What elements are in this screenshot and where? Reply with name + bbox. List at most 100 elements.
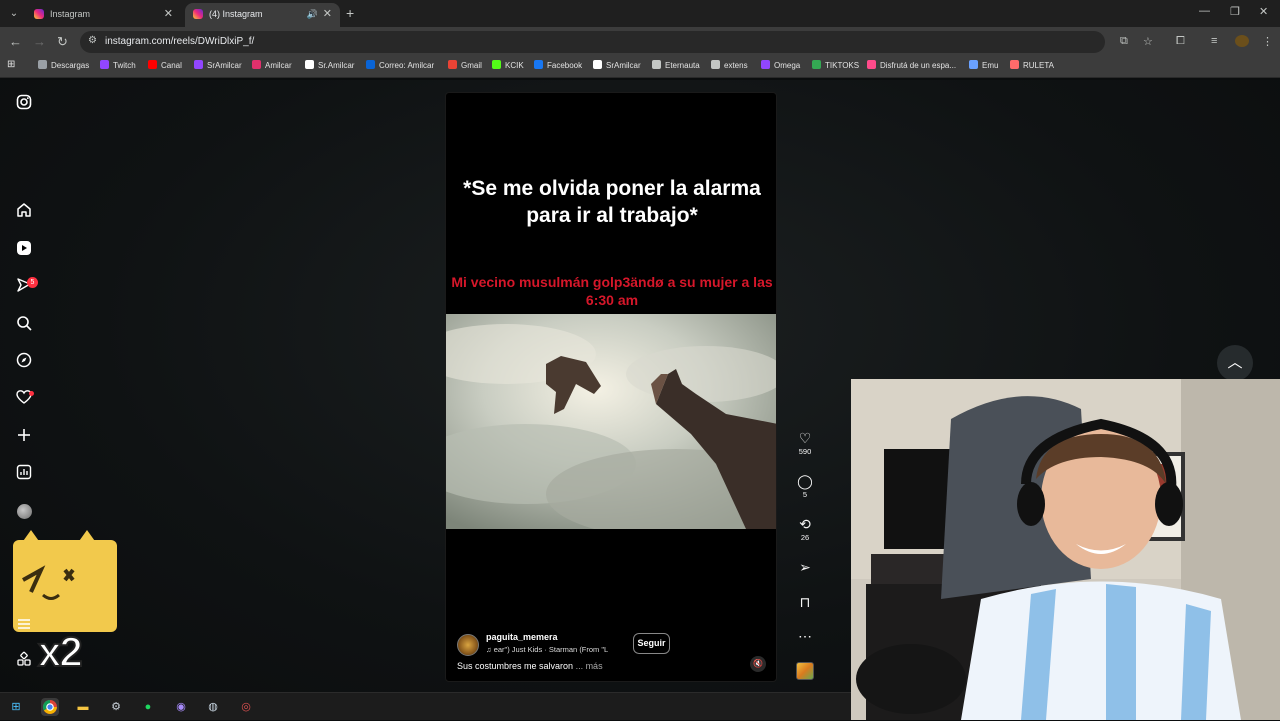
- mute-button[interactable]: 🔇: [750, 656, 766, 672]
- bookmark-label: SrAmilcar: [207, 61, 242, 70]
- reel-more-link[interactable]: ... más: [576, 661, 603, 671]
- share-icon: ➢: [799, 559, 811, 575]
- chrome-app-icon[interactable]: [41, 698, 59, 716]
- bookmark-1[interactable]: Twitch: [100, 60, 136, 70]
- comment-icon: ◯: [797, 473, 813, 489]
- youtube-icon: [148, 60, 157, 69]
- steam-icon[interactable]: ◍: [204, 698, 222, 716]
- bookmark-0[interactable]: Descargas: [38, 60, 89, 70]
- follow-button[interactable]: Seguir: [633, 633, 670, 654]
- notifications-dot: [29, 391, 34, 396]
- messages-badge: 5: [27, 277, 38, 288]
- home-icon[interactable]: [14, 202, 34, 222]
- bookmark-9[interactable]: Facebook: [534, 60, 582, 70]
- reload-button[interactable]: ↻: [57, 34, 68, 50]
- bookmark-8[interactable]: KCIK: [492, 60, 524, 70]
- discord-icon[interactable]: ◉: [172, 698, 190, 716]
- bookmark-13[interactable]: Omega: [761, 60, 800, 70]
- like-count: 590: [798, 447, 812, 456]
- create-plus-icon[interactable]: [14, 427, 34, 447]
- close-window-button[interactable]: ✕: [1259, 5, 1268, 18]
- tab-strip: ⌄ Instagram ✕ (4) Instagram 🔊 ✕ + — ❐ ✕: [0, 0, 1280, 27]
- bookmark-label: RULETA: [1023, 61, 1054, 70]
- bookmark-12[interactable]: extens: [711, 60, 748, 70]
- cat-ear-left: [21, 530, 41, 544]
- address-bar[interactable]: ⚙ instagram.com/reels/DWriDlxiP_f/ ⧉ ☆: [80, 31, 1153, 53]
- extensions-icon[interactable]: ⧠: [1176, 35, 1185, 48]
- restore-button[interactable]: ❐: [1230, 5, 1240, 18]
- close-tab-icon[interactable]: ✕: [323, 3, 332, 25]
- settings-app-icon[interactable]: ⚙: [107, 698, 125, 716]
- apps-grid-icon[interactable]: ⊞: [7, 59, 15, 70]
- like-button[interactable]: ♡ 590: [792, 430, 818, 456]
- reel-author-name[interactable]: paguita_memera: [486, 632, 558, 642]
- windows-start-icon[interactable]: ⊞: [7, 698, 25, 716]
- bookmark-7[interactable]: Gmail: [448, 60, 482, 70]
- bookmark-3[interactable]: SrAmilcar: [194, 60, 242, 70]
- heart-icon: ♡: [798, 430, 812, 446]
- bookmark-6[interactable]: Correo: Amilcar: [366, 60, 434, 70]
- scroll-up-button[interactable]: ︿: [1217, 345, 1253, 381]
- forward-button[interactable]: →: [33, 34, 46, 49]
- install-app-icon[interactable]: ⧉: [1120, 35, 1128, 48]
- back-button[interactable]: ←: [9, 34, 22, 49]
- new-tab-button[interactable]: +: [346, 5, 354, 21]
- multiplier-overlay-text: x2: [37, 627, 84, 676]
- cat-ear-right: [77, 530, 97, 544]
- webcam-overlay: [851, 379, 1280, 720]
- tab-title: (4) Instagram: [209, 9, 263, 19]
- dashboard-icon[interactable]: [14, 464, 34, 484]
- explore-compass-icon[interactable]: [14, 352, 34, 372]
- bookmark-10[interactable]: SrAmilcar: [593, 60, 641, 70]
- close-tab-icon[interactable]: ✕: [164, 3, 173, 25]
- profile-avatar-icon[interactable]: [1235, 35, 1249, 47]
- more-options-button[interactable]: ⋯: [792, 628, 818, 644]
- site-info-icon[interactable]: ⚙: [88, 35, 97, 46]
- bookmark-14[interactable]: TIKTOKS: [812, 60, 859, 70]
- speaker-icon[interactable]: 🔊: [307, 3, 318, 25]
- save-button[interactable]: ⊓: [792, 594, 818, 610]
- more-menu-icon[interactable]: [14, 616, 34, 636]
- spotify-icon[interactable]: ●: [139, 698, 157, 716]
- menu-kebab-icon[interactable]: ⋮: [1262, 35, 1273, 48]
- reading-list-icon[interactable]: ≡: [1211, 35, 1217, 47]
- twitch-icon: [100, 60, 109, 69]
- repost-button[interactable]: ⟲ 26: [792, 516, 818, 542]
- bookmark-star-icon[interactable]: ☆: [1143, 35, 1153, 48]
- also-from-meta-icon[interactable]: [14, 651, 34, 671]
- bookmark-17[interactable]: RULETA: [1010, 60, 1054, 70]
- tab-search-button[interactable]: ⌄: [6, 6, 22, 22]
- instagram-favicon-icon: [34, 9, 44, 19]
- browser-toolbar: ← → ↻ ⚙ instagram.com/reels/DWriDlxiP_f/…: [0, 27, 1280, 56]
- bookmark-15[interactable]: Disfrutá de un espa...: [867, 60, 956, 70]
- reel-music-label[interactable]: ♫ ear") Just Kids · Starman (From "L: [486, 645, 621, 654]
- reels-icon[interactable]: [14, 240, 34, 260]
- bookmark-label: Gmail: [461, 61, 482, 70]
- tiktok-icon: [593, 60, 602, 69]
- search-icon[interactable]: [14, 315, 34, 335]
- instagram-logo-icon[interactable]: [14, 94, 34, 114]
- audio-thumbnail[interactable]: [796, 662, 814, 680]
- reel-caption-main: *Se me olvida poner la alarma para ir al…: [463, 177, 761, 227]
- minimize-button[interactable]: —: [1199, 5, 1210, 17]
- reel-video[interactable]: *Se me olvida poner la alarma para ir al…: [445, 92, 777, 682]
- bookmark-16[interactable]: Emu: [969, 60, 998, 70]
- bookmark-11[interactable]: Eternauta: [652, 60, 700, 70]
- emu-icon: [969, 60, 978, 69]
- twitch-icon: [194, 60, 203, 69]
- bookmark-2[interactable]: Canal: [148, 60, 182, 70]
- file-explorer-icon[interactable]: ▬: [74, 698, 92, 716]
- tab-instagram-1[interactable]: Instagram ✕: [26, 3, 181, 27]
- profile-avatar[interactable]: [17, 504, 32, 519]
- reel-author-avatar[interactable]: [457, 634, 479, 656]
- obs-icon[interactable]: ◎: [237, 698, 255, 716]
- drive-icon: [812, 60, 821, 69]
- share-button[interactable]: ➢: [792, 559, 818, 575]
- download-icon: [38, 60, 47, 69]
- tab-instagram-2[interactable]: (4) Instagram 🔊 ✕: [185, 3, 340, 27]
- twitch-icon: [761, 60, 770, 69]
- reel-description-text: Sus costumbres me salvaron: [457, 661, 574, 671]
- bookmark-4[interactable]: Amilcar: [252, 60, 292, 70]
- comment-button[interactable]: ◯ 5: [792, 473, 818, 499]
- bookmark-5[interactable]: Sr.Amilcar: [305, 60, 354, 70]
